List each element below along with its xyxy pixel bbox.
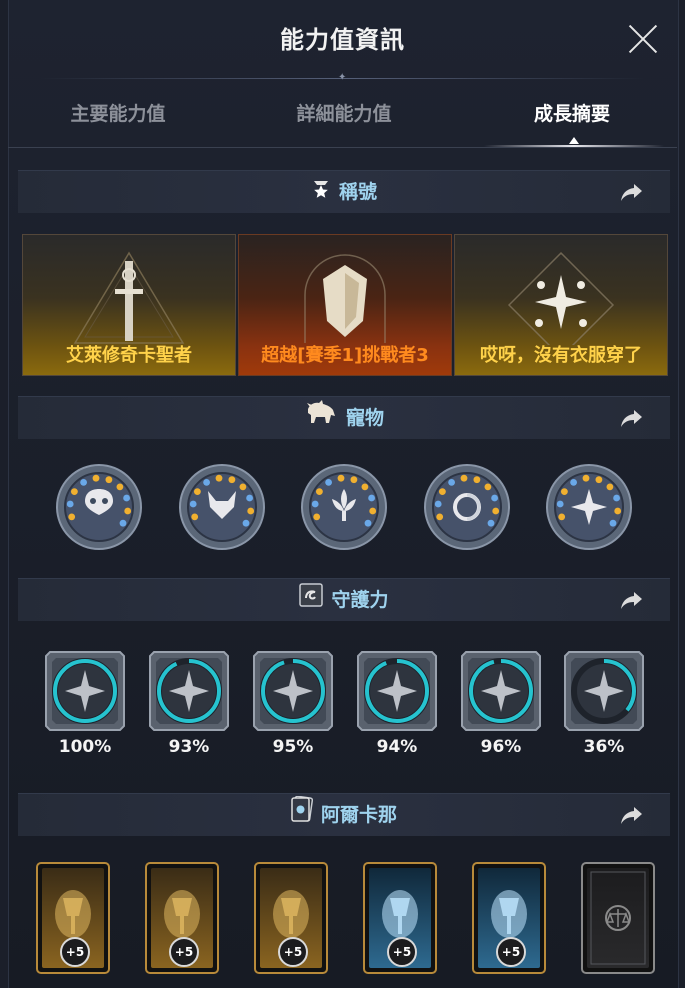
title-name: 超越[賽季1]挑戰者3 <box>261 345 429 366</box>
section-label-pets: 寵物 <box>345 407 384 429</box>
guardian-percent: 36% <box>583 737 625 757</box>
guardian-percent: 100% <box>58 737 112 757</box>
section-header-guardian: 守護力 <box>18 578 670 621</box>
compass-star-icon <box>546 464 632 550</box>
divider-diamond-icon: ✦ <box>338 72 347 83</box>
pet-slot[interactable] <box>545 463 633 551</box>
shield-emblem-icon <box>304 254 386 343</box>
section-label-guardian: 守護力 <box>331 589 389 611</box>
pet-slot[interactable] <box>300 463 388 551</box>
guardian-percent: 93% <box>168 737 210 757</box>
share-arrow-icon[interactable] <box>620 589 644 611</box>
guardian-percent: 94% <box>376 737 418 757</box>
crescent-moon-icon <box>564 651 644 731</box>
enhance-badge: +5 <box>387 937 417 967</box>
active-tab-underline <box>484 145 664 147</box>
guardian-slot[interactable] <box>561 648 647 734</box>
scales-card-icon <box>581 862 655 974</box>
section-header-titles: 稱號 <box>18 170 670 213</box>
guardian-rune-icon <box>299 580 324 622</box>
guardian-slot[interactable] <box>250 648 336 734</box>
section-header-pets: 寵物 <box>18 396 670 439</box>
horse-icon <box>304 398 338 440</box>
guardian-slot[interactable] <box>146 648 232 734</box>
share-arrow-icon[interactable] <box>620 181 644 203</box>
tab-divider <box>8 147 677 148</box>
arcana-card-icon <box>291 795 314 837</box>
pet-slot[interactable] <box>178 463 266 551</box>
title-name: 艾萊修奇卡聖者 <box>66 345 192 366</box>
lotus-icon <box>301 464 387 550</box>
pet-slot[interactable] <box>423 463 511 551</box>
guardian-percent: 95% <box>272 737 314 757</box>
title-name: 哎呀，沒有衣服穿了 <box>480 345 642 366</box>
arcana-card[interactable]: +5 <box>36 862 110 974</box>
bird-wing-icon <box>253 651 333 731</box>
star-burst-icon <box>461 651 541 731</box>
sword-shield-icon <box>45 651 125 731</box>
active-tab-caret <box>569 137 579 144</box>
arcana-card[interactable] <box>581 862 655 974</box>
enhance-badge: +5 <box>278 937 308 967</box>
arcana-card[interactable]: +5 <box>145 862 219 974</box>
section-header-arcana: 阿爾卡那 <box>18 793 670 836</box>
guardian-slot[interactable] <box>354 648 440 734</box>
guardian-slot[interactable] <box>458 648 544 734</box>
window-title: 能力值資訊 <box>280 26 405 54</box>
tab-main-stats[interactable]: 主要能力值 <box>8 92 228 148</box>
section-label-arcana: 阿爾卡那 <box>320 804 397 826</box>
title-card-2[interactable]: 超越[賽季1]挑戰者3 <box>238 234 452 376</box>
enhance-badge: +5 <box>496 937 526 967</box>
share-arrow-icon[interactable] <box>620 407 644 429</box>
share-arrow-icon[interactable] <box>620 804 644 826</box>
wolf-head-icon <box>179 464 265 550</box>
tab-detailed-stats[interactable]: 詳細能力值 <box>234 92 454 148</box>
tab-bar: 主要能力值 詳細能力值 成長摘要 <box>8 92 677 148</box>
arcana-card[interactable]: +5 <box>472 862 546 974</box>
crossed-swords-icon <box>357 651 437 731</box>
enhance-badge: +5 <box>169 937 199 967</box>
close-icon[interactable] <box>627 22 659 54</box>
guardian-slot[interactable] <box>42 648 128 734</box>
owl-mask-icon <box>56 464 142 550</box>
title-card-3[interactable]: 哎呀，沒有衣服穿了 <box>454 234 668 376</box>
window-header: 能力值資訊 ✦ <box>0 0 685 83</box>
crossed-blades-icon <box>149 651 229 731</box>
guardian-percent: 96% <box>480 737 522 757</box>
medal-star-icon <box>311 172 331 214</box>
star-diamond-icon <box>507 251 615 359</box>
section-label-titles: 稱號 <box>338 181 377 203</box>
pet-slot[interactable] <box>55 463 143 551</box>
swirl-sun-icon <box>424 464 510 550</box>
arcana-card[interactable]: +5 <box>254 862 328 974</box>
sword-triangle-icon <box>73 251 185 344</box>
arcana-card[interactable]: +5 <box>363 862 437 974</box>
title-card-1[interactable]: 艾萊修奇卡聖者 <box>22 234 236 376</box>
enhance-badge: +5 <box>60 937 90 967</box>
